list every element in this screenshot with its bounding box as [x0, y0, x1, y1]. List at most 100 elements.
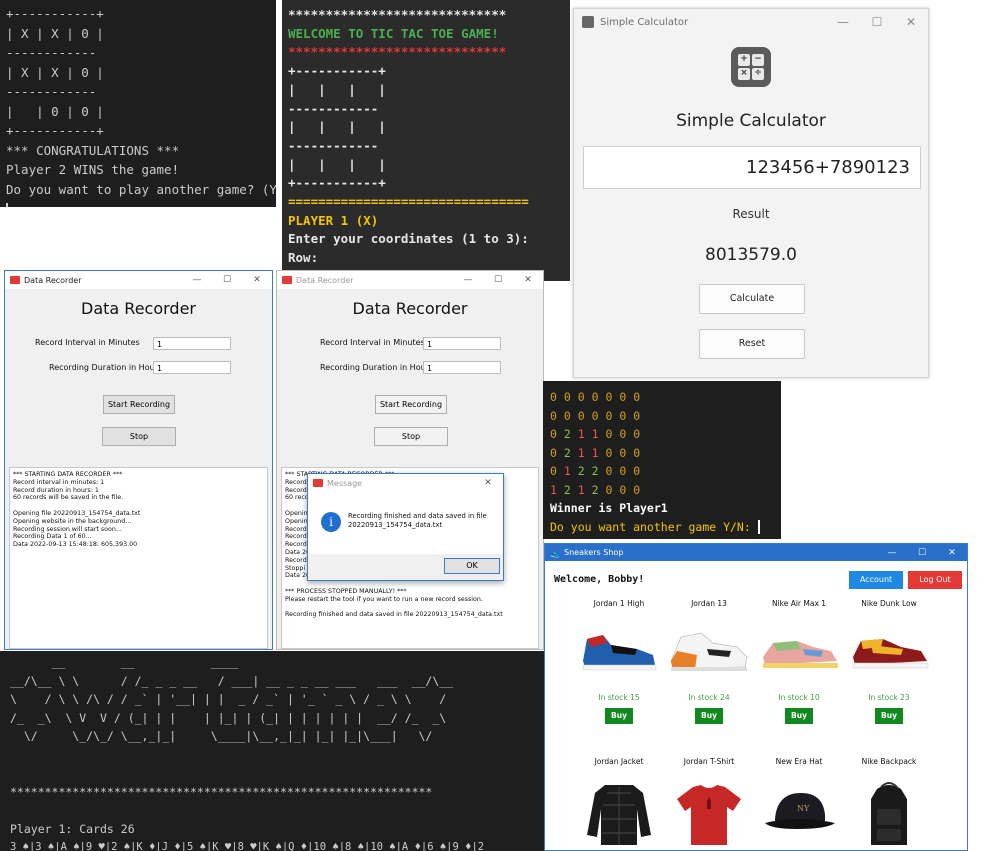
interval-input[interactable]: 1	[423, 337, 501, 350]
terminal-cursor[interactable]	[6, 202, 8, 207]
grid-cell: 2	[591, 464, 599, 478]
board-line: +-----------+	[6, 123, 104, 138]
grid-cell: 0	[550, 390, 557, 404]
minimize-icon[interactable]: —	[453, 275, 483, 285]
grid-cell: 0	[605, 427, 613, 441]
product-card: Jordan 13 In stock 24 Buy	[667, 599, 751, 724]
stock-text: In stock 10	[778, 693, 820, 702]
product-card: Nike Air Max 1 In stock 10 Buy	[757, 599, 841, 724]
minimize-icon[interactable]: —	[826, 15, 860, 29]
maximize-icon[interactable]: ☐	[212, 275, 242, 285]
buy-button[interactable]: Buy	[605, 708, 633, 724]
stars-line: *****************************	[288, 44, 507, 60]
board-line: | | | |	[288, 81, 386, 97]
terminal-cursor[interactable]	[757, 520, 760, 534]
board-line: ------------	[6, 84, 97, 99]
buy-button[interactable]: Buy	[785, 708, 813, 724]
product-name: Jordan Jacket	[594, 757, 644, 766]
board-line: ------------	[6, 45, 97, 60]
maximize-icon[interactable]: ☐	[907, 548, 937, 558]
calculator-titlebar: Simple Calculator — ☐ ✕	[574, 9, 928, 35]
stop-button[interactable]: Stop	[102, 427, 176, 446]
grid-cell: 1	[591, 427, 599, 441]
grid-cell: 1	[591, 445, 599, 460]
grid-row: 0 1 2 2 0 0 0	[550, 462, 774, 481]
result-value: 8013579.0	[705, 245, 797, 265]
grid-cell: 0	[550, 464, 557, 478]
welcome-text: Welcome, Bobby!	[554, 574, 645, 585]
grid-cell: 0	[633, 427, 641, 441]
grid-cell: 0	[619, 408, 627, 423]
terminal-connect4: 0 0 0 0 0 0 00 0 0 0 0 0 00 2 1 1 0 0 00…	[543, 381, 781, 539]
ok-button[interactable]: OK	[444, 558, 500, 574]
start-recording-button[interactable]: Start Recording	[375, 395, 447, 414]
winner-text: Player 2 WINS the game!	[6, 162, 180, 177]
data-recorder-titlebar: Data Recorder — ☐ ✕	[277, 271, 543, 289]
divider-line: ================================	[288, 194, 529, 210]
app-icon	[313, 479, 323, 487]
product-name: Jordan 13	[691, 599, 727, 608]
grid-cell: 1	[550, 482, 557, 497]
play-again-prompt[interactable]: Do you want another game Y/N:	[550, 518, 774, 537]
grid-cell: 2	[591, 482, 599, 497]
stop-button[interactable]: Stop	[374, 427, 448, 446]
reset-button[interactable]: Reset	[699, 329, 805, 359]
board-line: | X | X | 0 |	[6, 64, 104, 80]
grid-cell: 0	[619, 482, 627, 497]
connect4-grid: 0 0 0 0 0 0 00 0 0 0 0 0 00 2 1 1 0 0 00…	[550, 388, 774, 499]
close-icon[interactable]: ✕	[473, 478, 503, 488]
duration-input[interactable]: 1	[153, 361, 231, 374]
minimize-icon[interactable]: —	[182, 275, 212, 285]
interval-input[interactable]: 1	[153, 337, 231, 350]
grid-cell: 0	[591, 390, 599, 404]
grid-cell: 0	[577, 390, 585, 404]
minimize-icon[interactable]: —	[877, 548, 907, 558]
board-line: +-----------+	[288, 63, 386, 79]
data-recorder-heading: Data Recorder	[81, 299, 196, 318]
grid-cell: 0	[619, 445, 627, 460]
start-recording-button[interactable]: Start Recording	[103, 395, 175, 414]
stars-line: ****************************************…	[10, 784, 433, 799]
board-line: | | | |	[288, 119, 386, 135]
product-card: Nike Backpack	[847, 757, 931, 850]
calculate-button[interactable]: Calculate	[699, 284, 805, 314]
close-icon[interactable]: ✕	[242, 275, 272, 285]
sneakers-shop-window: 👟 Sneakers Shop — ☐ ✕ Welcome, Bobby! Ac…	[544, 543, 968, 851]
grid-cell: 2	[563, 445, 571, 460]
duration-label: Recording Duration in Hours	[49, 363, 163, 372]
result-label: Result	[732, 207, 770, 221]
terminal-tictactoe-result: +-----------+ | X | X | 0 | ------------…	[0, 0, 276, 207]
stock-text: In stock 15	[598, 693, 640, 702]
close-icon[interactable]: ✕	[937, 548, 967, 558]
account-button[interactable]: Account	[849, 571, 903, 589]
close-icon[interactable]: ✕	[894, 15, 928, 29]
product-card: New Era Hat NY	[757, 757, 841, 850]
grid-row: 0 0 0 0 0 0 0	[550, 388, 774, 407]
grid-cell: 1	[577, 445, 585, 460]
board-line: | | 0 | 0 |	[6, 103, 104, 119]
duration-input[interactable]: 1	[423, 361, 501, 374]
welcome-text: WELCOME TO TIC TAC TOE GAME!	[288, 25, 499, 41]
logout-button[interactable]: Log Out	[908, 571, 962, 589]
calculator-heading: Simple Calculator	[676, 111, 826, 131]
board-line: | X | X | 0 |	[6, 25, 104, 41]
grid-cell: 1	[563, 464, 571, 478]
dialog-titlebar: Message ✕	[308, 474, 503, 492]
maximize-icon[interactable]: ☐	[860, 15, 894, 29]
log-output[interactable]: *** STARTING DATA RECORDER *** Record in…	[9, 467, 268, 649]
grid-cell: 0	[605, 464, 613, 478]
product-card: Jordan T-Shirt	[667, 757, 751, 850]
duration-label: Recording Duration in Hours	[320, 363, 434, 372]
row-prompt[interactable]: Row:	[288, 249, 564, 268]
close-icon[interactable]: ✕	[513, 275, 543, 285]
ascii-banner-line: \ / \ \ /\ / / _` | '__| | | _ / _` | '_…	[10, 692, 447, 706]
buy-button[interactable]: Buy	[695, 708, 723, 724]
product-name: Jordan T-Shirt	[683, 757, 735, 766]
expression-input[interactable]: 123456+7890123	[583, 146, 921, 189]
board-line: ------------	[288, 137, 379, 153]
data-recorder-window-stopped: Data Recorder — ☐ ✕ Data Recorder Record…	[276, 270, 544, 650]
jacket-image	[587, 785, 651, 845]
maximize-icon[interactable]: ☐	[483, 275, 513, 285]
window-title: Data Recorder	[296, 275, 354, 285]
buy-button[interactable]: Buy	[875, 708, 903, 724]
